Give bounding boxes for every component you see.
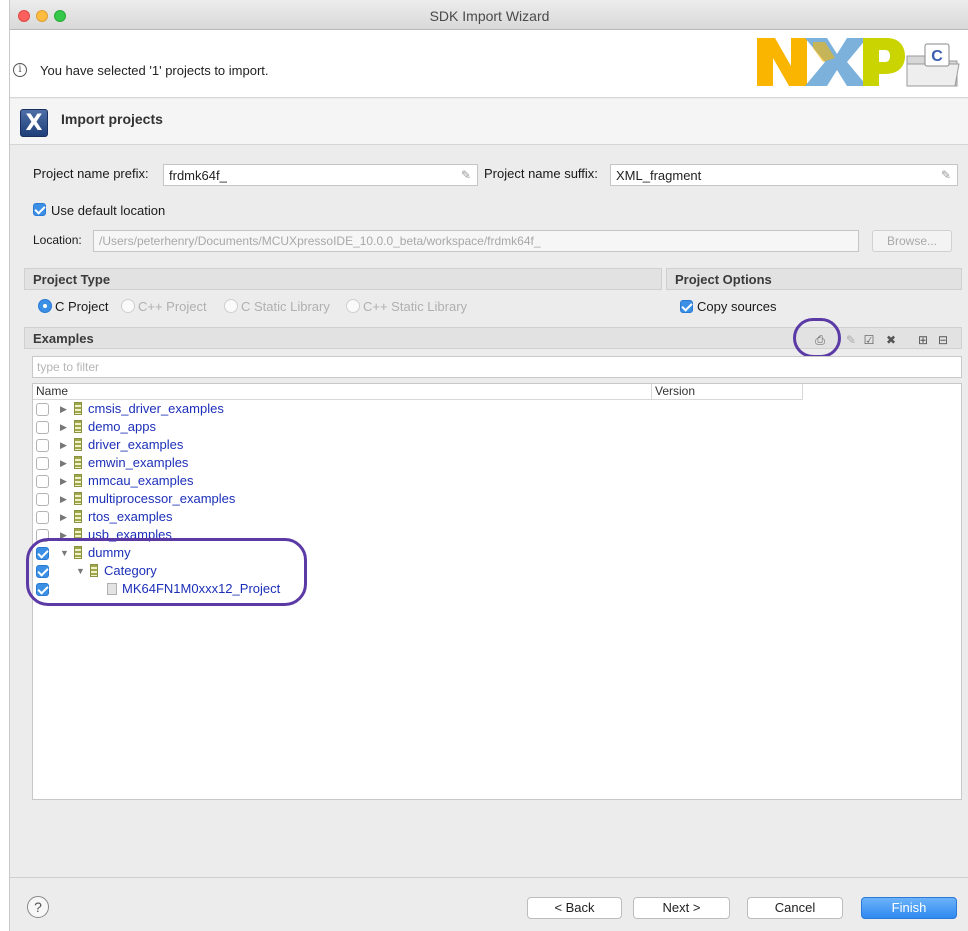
radio-cpp-project-label: C++ Project [138,299,207,314]
expand-arrow-icon[interactable]: ▶ [60,455,67,471]
import-projects-banner: X Import projects [10,99,968,145]
button-bar: ? < Back Next > Cancel Finish [10,877,968,931]
row-checkbox[interactable] [36,439,49,452]
tree-row[interactable]: ▶ driver_examples [33,436,961,454]
nxp-logo [757,38,905,86]
copy-sources-label: Copy sources [697,299,777,314]
edit-pencil-icon: ✎ [460,168,471,182]
tree-item-label: driver_examples [88,437,184,452]
collapse-all-icon[interactable]: ⊟ [936,333,950,347]
tree-item-label: rtos_examples [88,509,173,524]
radio-c-project-label: C Project [55,299,109,314]
library-icon [74,474,82,487]
edit-icon[interactable]: ✎ [844,333,858,347]
tree-item-label: emwin_examples [88,455,189,470]
radio-cpp-static-library-label: C++ Static Library [363,299,468,314]
finish-button[interactable]: Finish [861,897,957,919]
use-default-location-checkbox[interactable] [33,203,46,216]
tree-row[interactable]: ▶ cmsis_driver_examples [33,400,961,418]
import-x-icon: X [20,109,48,137]
row-checkbox[interactable] [36,475,49,488]
column-name[interactable]: Name [33,384,651,400]
radio-c-static-library[interactable] [224,299,238,313]
expand-arrow-icon[interactable]: ▶ [60,473,67,489]
wizard-header: i You have selected '1' projects to impo… [10,30,968,98]
library-icon [74,402,82,415]
prefix-label: Project name prefix: [33,166,149,181]
use-default-location-label: Use default location [51,203,166,218]
suffix-label: Project name suffix: [484,166,598,181]
sdk-import-wizard-window: SDK Import Wizard i You have selected '1… [9,0,968,931]
expand-arrow-icon[interactable]: ▶ [60,437,67,453]
browse-button[interactable]: Browse... [872,230,952,252]
expand-arrow-icon[interactable]: ▶ [60,419,67,435]
page-title: Import projects [61,111,163,127]
window-title: SDK Import Wizard [429,8,550,24]
row-checkbox[interactable] [36,403,49,416]
project-type-header: Project Type [24,268,662,290]
library-icon [74,510,82,523]
highlight-circle-selection [26,538,307,606]
location-input[interactable]: /Users/peterhenry/Documents/MCUXpressoID… [93,230,859,252]
back-button[interactable]: < Back [527,897,622,919]
tree-row[interactable]: ▶ emwin_examples [33,454,961,472]
radio-cpp-static-library[interactable] [346,299,360,313]
row-checkbox[interactable] [36,457,49,470]
project-options-header: Project Options [666,268,962,290]
row-checkbox[interactable] [36,493,49,506]
deselect-all-icon[interactable]: ✖ [884,333,898,347]
row-checkbox[interactable] [36,421,49,434]
radio-c-static-library-label: C Static Library [241,299,330,314]
tree-item-label: multiprocessor_examples [88,491,236,506]
expand-all-icon[interactable]: ⊞ [916,333,930,347]
highlight-circle-toolbar [793,318,841,358]
library-icon [74,438,82,451]
prefix-input[interactable]: frdmk64f_ ✎ [163,164,478,186]
tree-row[interactable]: ▶ rtos_examples [33,508,961,526]
column-version[interactable]: Version [652,384,802,400]
tree-row[interactable]: ▶ demo_apps [33,418,961,436]
svg-text:C: C [931,48,943,65]
c-project-folder-icon: C [906,43,960,87]
expand-arrow-icon[interactable]: ▶ [60,509,67,525]
tree-row[interactable]: ▶ multiprocessor_examples [33,490,961,508]
library-icon [74,456,82,469]
tree-item-label: cmsis_driver_examples [88,401,224,416]
column-divider [802,384,803,400]
row-checkbox[interactable] [36,511,49,524]
library-icon [74,492,82,505]
suffix-value: XML_fragment [616,168,702,183]
expand-arrow-icon[interactable]: ▶ [60,491,67,507]
copy-sources-checkbox[interactable] [680,300,693,313]
info-icon: i [13,63,27,77]
radio-cpp-project[interactable] [121,299,135,313]
help-icon[interactable]: ? [27,896,49,918]
tree-row[interactable]: ▶ mmcau_examples [33,472,961,490]
edit-pencil-icon: ✎ [940,168,951,182]
select-all-icon[interactable]: ☑ [862,333,876,347]
selection-message: You have selected '1' projects to import… [40,63,269,78]
title-bar: SDK Import Wizard [10,0,968,30]
filter-input[interactable]: type to filter [32,356,962,378]
tree-item-label: mmcau_examples [88,473,194,488]
prefix-value: frdmk64f_ [169,168,227,183]
suffix-input[interactable]: XML_fragment ✎ [610,164,958,186]
tree-item-label: demo_apps [88,419,156,434]
location-label: Location: [33,233,82,247]
expand-arrow-icon[interactable]: ▶ [60,401,67,417]
cancel-button[interactable]: Cancel [747,897,843,919]
next-button[interactable]: Next > [633,897,730,919]
library-icon [74,420,82,433]
radio-c-project[interactable] [38,299,52,313]
